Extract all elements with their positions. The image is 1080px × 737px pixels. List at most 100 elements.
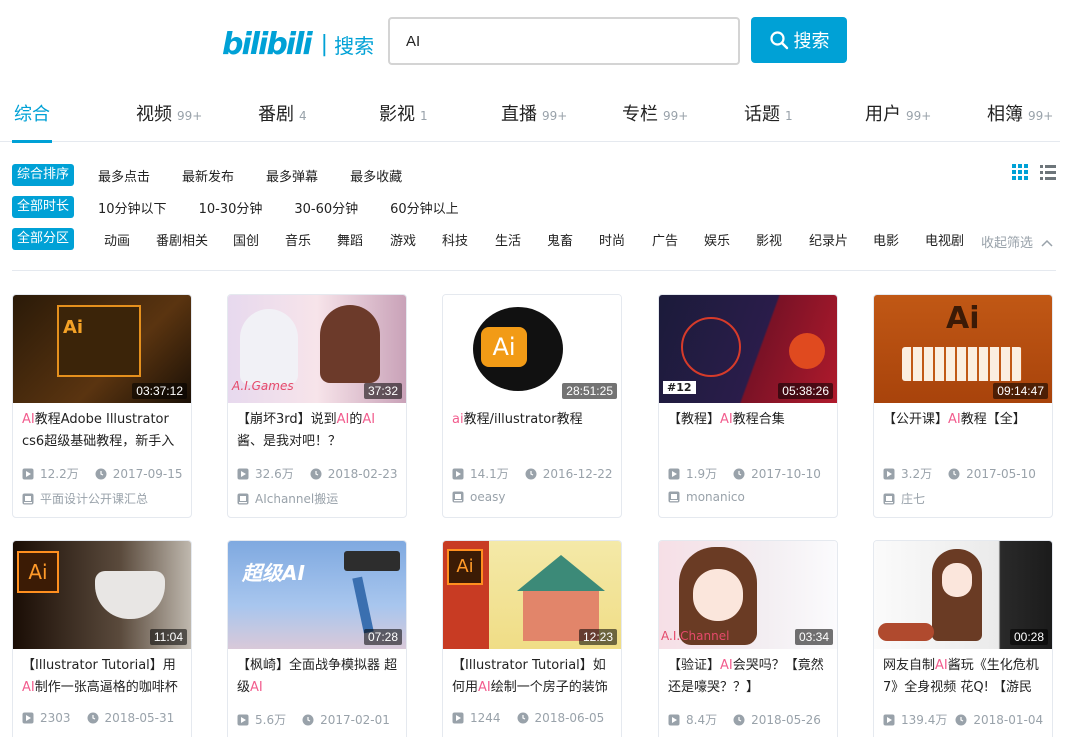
video-thumbnail[interactable]: #12 05:38:26 xyxy=(659,295,837,403)
upload-date: 2018-06-05 xyxy=(534,711,605,725)
zone-filter-option[interactable]: 番剧相关 xyxy=(156,230,208,249)
video-card[interactable]: A.I.Games 37:32 【崩坏3rd】说到AI的AI酱、是我对吧！？ 3… xyxy=(227,294,407,518)
video-title[interactable]: 【枫崎】全面战争模拟器 超级AI xyxy=(237,655,399,699)
zone-filter-option[interactable]: 娱乐 xyxy=(704,230,730,249)
zone-filter-option[interactable]: 科技 xyxy=(442,230,468,249)
zone-filter-option[interactable]: 鬼畜 xyxy=(547,230,573,249)
video-uploader[interactable]: 庄七 xyxy=(883,490,925,507)
bilibili-logo[interactable]: bilibili | 搜索 xyxy=(222,24,374,64)
video-thumbnail[interactable]: 00:28 xyxy=(874,541,1052,649)
video-title[interactable]: 【公开课】AI教程【全】 xyxy=(883,409,1045,453)
upload-date: 2017-05-10 xyxy=(966,466,1036,481)
video-title[interactable]: 【Illustrator Tutorial】用 AI制作一张高逼格的咖啡杯 xyxy=(22,655,184,699)
collapse-filter-toggle[interactable]: 收起筛选 xyxy=(981,232,1053,251)
video-card[interactable]: 00:28 网友自制AI酱玩《生化危机7》全身视频 花Q! 【游民 139.4万… xyxy=(873,540,1053,737)
search-button[interactable]: 搜索 xyxy=(751,17,847,63)
video-title[interactable]: ai教程/illustrator教程 xyxy=(452,409,614,453)
uploader-name: AIchannel搬运 xyxy=(255,492,339,506)
video-uploader[interactable]: 平面设计公开课汇总 xyxy=(22,490,148,507)
tab-live[interactable]: 直播 99+ xyxy=(501,100,567,126)
zone-filter-option[interactable]: 国创 xyxy=(233,230,259,249)
duration-filter-option[interactable]: 10分钟以下 xyxy=(98,198,167,217)
video-card[interactable]: #12 05:38:26 【教程】AI教程合集 1.9万 2017-10-10 … xyxy=(658,294,838,518)
sort-filter-selected[interactable]: 综合排序 xyxy=(12,164,75,186)
logo-search-label: 搜索 xyxy=(334,33,375,58)
video-card[interactable]: A.I.Channel 03:34 【验证】AI会哭吗？【竟然还是嚎哭？？】 8… xyxy=(658,540,838,737)
zone-filter-option[interactable]: 电影 xyxy=(873,230,899,249)
zone-filter-option[interactable]: 时尚 xyxy=(599,230,625,249)
zone-filter-option[interactable]: 游戏 xyxy=(390,230,416,249)
thumbnail-art xyxy=(320,305,380,383)
title-keyword: AI xyxy=(362,412,376,427)
video-card[interactable]: 超级AI 07:28 【枫崎】全面战争模拟器 超级AI 5.6万 2017-02… xyxy=(227,540,407,737)
video-thumbnail[interactable]: A.I.Channel 03:34 xyxy=(659,541,837,649)
uploader-name: 庄七 xyxy=(901,492,926,506)
zone-filter-selected[interactable]: 全部分区 xyxy=(12,228,75,250)
video-thumbnail[interactable]: 超级AI 07:28 xyxy=(228,541,406,649)
clock-icon xyxy=(517,712,529,724)
video-card[interactable]: Ai 09:14:47 【公开课】AI教程【全】 3.2万 2017-05-10… xyxy=(873,294,1053,518)
view-count: 2303 xyxy=(40,711,71,725)
zone-filter-option[interactable]: 纪录片 xyxy=(809,230,848,249)
tab-all[interactable]: 综合 xyxy=(14,100,50,126)
sort-filter-row: 综合排序 最多点击 最新发布 最多弹幕 最多收藏 xyxy=(12,164,434,186)
tab-movie[interactable]: 影视 1 xyxy=(379,100,428,126)
video-title[interactable]: 【验证】AI会哭吗？【竟然还是嚎哭？？】 xyxy=(668,655,830,699)
video-title[interactable]: 【教程】AI教程合集 xyxy=(668,409,830,453)
uploader-icon xyxy=(883,493,895,504)
tab-article[interactable]: 专栏 99+ xyxy=(622,100,688,126)
zone-filter-option[interactable]: 电视剧 xyxy=(925,230,964,249)
zone-filter-option[interactable]: 生活 xyxy=(495,230,521,249)
duration-filter-option[interactable]: 30-60分钟 xyxy=(294,198,358,217)
zone-filter-option[interactable]: 影视 xyxy=(756,230,782,249)
title-keyword: AI xyxy=(250,680,263,695)
video-card[interactable]: Ai 12:23 【Illustrator Tutorial】如何用AI绘制一个… xyxy=(442,540,622,737)
duration-filter-selected[interactable]: 全部时长 xyxy=(12,196,75,218)
uploader-name: 平面设计公开课汇总 xyxy=(40,492,149,506)
video-title[interactable]: 网友自制AI酱玩《生化危机7》全身视频 花Q! 【游民 xyxy=(883,655,1045,699)
video-duration: 28:51:25 xyxy=(562,383,617,399)
video-card[interactable]: Ai 28:51:25 ai教程/illustrator教程 14.1万 201… xyxy=(442,294,622,518)
video-title[interactable]: 【Illustrator Tutorial】如何用AI绘制一个房子的装饰画 xyxy=(452,655,614,699)
upload-date: 2017-09-15 xyxy=(112,466,183,481)
video-stats: 32.6万 2018-02-23 xyxy=(237,465,397,482)
video-card[interactable]: Ai 03:37:12 AI教程Adobe Illustrator cs6超级基… xyxy=(12,294,192,518)
sort-filter-option[interactable]: 最多点击 xyxy=(98,166,150,185)
tab-count: 99+ xyxy=(177,109,203,123)
video-uploader[interactable]: monanico xyxy=(668,490,745,504)
sort-filter-option[interactable]: 最多弹幕 xyxy=(266,166,318,185)
video-uploader[interactable]: oeasy xyxy=(452,490,505,504)
video-thumbnail[interactable]: Ai 11:04 xyxy=(13,541,191,649)
upload-date: 2017-02-01 xyxy=(320,712,390,727)
zone-filter-option[interactable]: 音乐 xyxy=(285,230,311,249)
sort-filter-option[interactable]: 最新发布 xyxy=(182,166,234,185)
video-thumbnail[interactable]: Ai 12:23 xyxy=(443,541,621,649)
sort-filter-option[interactable]: 最多收藏 xyxy=(350,166,402,185)
duration-filter-option[interactable]: 10-30分钟 xyxy=(199,198,263,217)
tab-album[interactable]: 相簿 99+ xyxy=(987,100,1053,126)
video-thumbnail[interactable]: Ai 09:14:47 xyxy=(874,295,1052,403)
tab-user[interactable]: 用户 99+ xyxy=(865,100,931,126)
zone-filter-option[interactable]: 舞蹈 xyxy=(337,230,363,249)
tab-topic[interactable]: 话题 1 xyxy=(744,100,793,126)
list-view-icon[interactable] xyxy=(1039,163,1057,181)
video-title[interactable]: AI教程Adobe Illustrator cs6超级基础教程，新手入门系 xyxy=(22,409,184,453)
video-card[interactable]: Ai 11:04 【Illustrator Tutorial】用 AI制作一张高逼… xyxy=(12,540,192,737)
video-thumbnail[interactable]: A.I.Games 37:32 xyxy=(228,295,406,403)
clock-icon xyxy=(302,714,314,725)
video-thumbnail[interactable]: Ai 03:37:12 xyxy=(13,295,191,403)
zone-filter-option[interactable]: 广告 xyxy=(652,230,678,249)
video-thumbnail[interactable]: Ai 28:51:25 xyxy=(443,295,621,403)
grid-view-icon[interactable] xyxy=(1011,163,1029,181)
title-keyword: AI xyxy=(935,658,948,673)
duration-filter-option[interactable]: 60分钟以上 xyxy=(390,198,459,217)
thumbnail-art: #12 xyxy=(663,381,696,394)
play-count-icon xyxy=(883,714,895,725)
video-uploader[interactable]: AIchannel搬运 xyxy=(237,490,338,507)
zone-filter-option[interactable]: 动画 xyxy=(104,230,130,249)
video-title[interactable]: 【崩坏3rd】说到AI的AI酱、是我对吧！？ xyxy=(237,409,399,453)
tab-video[interactable]: 视频 99+ xyxy=(136,100,202,126)
search-input[interactable] xyxy=(388,17,740,65)
view-count: 5.6万 xyxy=(255,713,287,727)
tab-bangumi[interactable]: 番剧 4 xyxy=(258,100,307,126)
